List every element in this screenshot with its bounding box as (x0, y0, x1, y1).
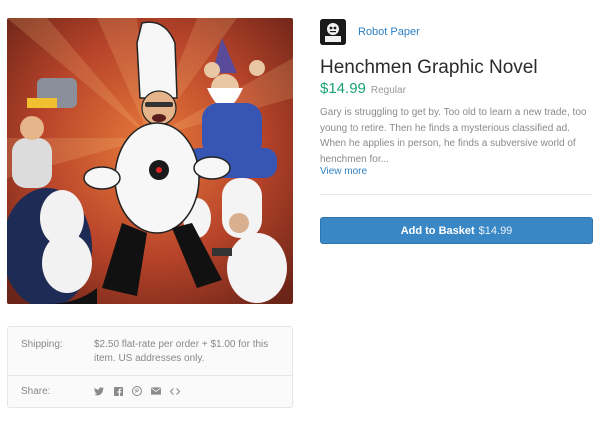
seller-header: Robot Paper (320, 19, 420, 45)
shipping-value: $2.50 flat-rate per order + $1.00 for th… (94, 339, 269, 364)
info-box: Shipping: $2.50 flat-rate per order + $1… (7, 326, 293, 408)
product-description: Gary is struggling to get by. Too old to… (320, 107, 587, 165)
price-row: $14.99 Regular (320, 80, 406, 97)
embed-icon[interactable] (170, 384, 180, 398)
twitter-icon[interactable] (94, 384, 104, 398)
add-to-basket-amount: $14.99 (478, 224, 513, 237)
product-title: Henchmen Graphic Novel (320, 57, 538, 78)
price-note: Regular (370, 85, 406, 96)
product-price: $14.99 (320, 80, 366, 97)
add-to-basket-label: Add to Basket (400, 224, 475, 237)
facebook-icon[interactable] (113, 384, 123, 398)
email-icon[interactable] (151, 384, 161, 398)
share-icons (94, 384, 180, 398)
seller-name-link[interactable]: Robot Paper (358, 26, 420, 38)
pinterest-icon[interactable] (132, 384, 142, 398)
share-row: Share: (8, 376, 292, 409)
divider (320, 194, 592, 195)
view-more-link[interactable]: View more (320, 166, 367, 177)
comic-cover-illustration (7, 18, 293, 304)
add-to-basket-button[interactable]: Add to Basket $14.99 (320, 217, 593, 244)
shipping-label: Shipping: (21, 339, 63, 350)
product-image[interactable] (7, 18, 293, 304)
robot-paper-logo-icon[interactable] (320, 19, 346, 45)
shipping-row: Shipping: $2.50 flat-rate per order + $1… (8, 327, 292, 376)
share-label: Share: (21, 386, 51, 397)
